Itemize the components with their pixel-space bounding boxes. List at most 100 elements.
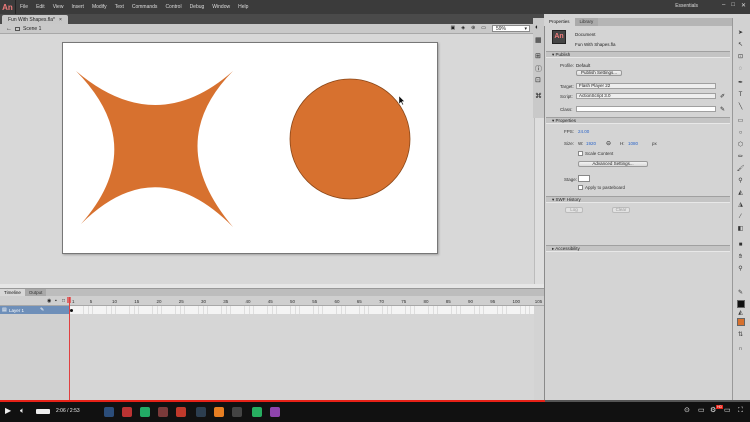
brush-tool-icon[interactable]: 🖌︎ [736,166,745,173]
wrench-icon[interactable]: ✐ [720,93,725,100]
paint-bucket-tool-icon[interactable]: ◭ [736,190,745,197]
publish-settings-button[interactable]: Publish Settings... [576,70,622,76]
menu-help[interactable]: Help [234,4,252,10]
pencil-tool-icon[interactable]: ✏ [736,154,745,161]
volume-slider[interactable] [36,409,50,414]
code-snippets-icon[interactable]: ⌘ [535,92,542,100]
playhead[interactable] [69,297,70,400]
script-dropdown[interactable]: ActionScript 3.0 [576,93,716,99]
edit-scene-icon[interactable]: ▣ [450,25,455,31]
lock-icon[interactable]: ▪ [55,298,57,304]
info-icon[interactable]: ⓘ [535,64,542,74]
menu-window[interactable]: Window [208,4,234,10]
edit-symbol-icon[interactable]: ◈ [461,25,465,31]
selection-tool-icon[interactable]: ➤ [736,30,745,37]
advanced-settings-button[interactable]: Advanced Settings... [578,161,648,167]
tab-properties[interactable]: Properties [544,18,575,26]
tab-timeline[interactable]: Timeline [0,289,25,296]
color-panel-icon[interactable]: ◐ [535,24,539,31]
properties-section-header[interactable]: ▾ Properties [546,117,730,124]
oval-tool-icon[interactable]: ○ [736,130,745,137]
bone-tool-icon[interactable]: ⚲ [736,178,745,185]
align-icon[interactable]: ⊞ [535,52,541,60]
circle-shape[interactable] [289,78,411,200]
width-value[interactable]: 1920 [586,141,596,146]
back-arrow-icon[interactable]: ← [6,26,12,32]
free-transform-tool-icon[interactable]: ⊡ [736,54,745,61]
menu-modify[interactable]: Modify [88,4,111,10]
clear-button[interactable]: Clear [612,207,630,213]
menu-view[interactable]: View [49,4,68,10]
link-dimensions-icon[interactable]: ⊖ [606,140,611,147]
taskbar-app-icon[interactable] [158,407,168,417]
hand-tool-icon[interactable]: ✋︎ [736,254,745,261]
swf-history-section-header[interactable]: ▾ SWF History [546,196,730,203]
fill-color-swatch[interactable] [737,318,745,326]
taskbar-app-icon[interactable] [140,407,150,417]
minimize-icon[interactable]: – [722,2,725,9]
taskbar-app-icon[interactable] [252,407,262,417]
menu-commands[interactable]: Commands [128,4,162,10]
eraser-tool-icon[interactable]: ◧ [736,226,745,233]
stage[interactable] [62,42,438,254]
taskbar-app-icon[interactable] [214,407,224,417]
swatches-icon[interactable]: ▦ [535,36,542,44]
theater-mode-icon[interactable]: ▭ [724,406,731,416]
outline-icon[interactable]: □ [62,298,65,304]
taskbar-app-icon[interactable] [104,407,114,417]
stage-color-swatch[interactable] [578,175,590,182]
zoom-select[interactable]: 59% ▾ [492,25,530,32]
line-tool-icon[interactable]: ╲ [736,104,745,111]
scene-label[interactable]: Scene 1 [23,26,41,32]
taskbar-app-icon[interactable] [176,407,186,417]
layer-frames[interactable] [70,306,534,314]
document-tab[interactable]: Fun With Shapes.fla* × [2,15,68,24]
stroke-color-icon[interactable]: ✎ [736,290,745,297]
taskbar-app-icon[interactable] [232,407,242,417]
target-dropdown[interactable]: Flash Player 22 [576,83,716,89]
center-stage-icon[interactable]: ⊕ [471,25,475,31]
ink-bottle-tool-icon[interactable]: ◮ [736,202,745,209]
text-tool-icon[interactable]: T [736,92,745,99]
menu-control[interactable]: Control [161,4,185,10]
workspace-switcher[interactable]: Essentials [675,3,698,9]
swap-colors-icon[interactable]: ⇅ [736,332,745,339]
camera-tool-icon[interactable]: ■ [736,242,745,249]
keyframe[interactable] [70,309,73,312]
fullscreen-icon[interactable]: ⛶ [738,406,743,416]
tab-output[interactable]: Output [24,289,47,296]
eyedropper-tool-icon[interactable]: ⁄ [736,214,745,221]
taskbar-app-icon[interactable] [270,407,280,417]
clip-icon[interactable]: ▭ [481,25,486,31]
log-button[interactable]: Log [565,207,583,213]
rectangle-tool-icon[interactable]: ▭ [736,118,745,125]
tab-library[interactable]: Library [574,18,599,26]
apply-pasteboard-checkbox[interactable] [578,185,583,190]
frame-grid[interactable] [70,306,534,400]
menu-insert[interactable]: Insert [67,4,88,10]
close-icon[interactable]: ✕ [741,2,746,9]
publish-section-header[interactable]: ▾ Publish [546,51,730,58]
subselection-tool-icon[interactable]: ↖ [736,42,745,49]
menu-debug[interactable]: Debug [186,4,209,10]
fill-color-icon[interactable]: ◭ [736,310,745,317]
captions-icon[interactable]: ▭ [698,406,705,416]
menu-text[interactable]: Text [111,4,128,10]
menu-edit[interactable]: Edit [32,4,49,10]
volume-icon[interactable]: 🔈︎ [20,406,25,416]
astroid-shape[interactable] [76,71,233,227]
snap-magnet-icon[interactable]: ∩ [736,346,745,353]
transform-icon[interactable]: ⊡ [535,76,541,84]
height-value[interactable]: 1080 [628,141,638,146]
zoom-tool-icon[interactable]: ⚲ [736,266,745,273]
layer-row[interactable]: ▤ Layer 1 ✎ [0,306,70,314]
autoplay-toggle-icon[interactable]: ⊙ [684,406,690,416]
taskbar-app-icon[interactable] [196,407,206,417]
fps-value[interactable]: 24.00 [578,129,589,134]
close-tab-icon[interactable]: × [59,17,62,23]
menu-file[interactable]: File [16,4,32,10]
scale-content-checkbox[interactable] [578,151,583,156]
pen-tool-icon[interactable]: ✒ [736,80,745,87]
accessibility-section-header[interactable]: ▸ Accessibility [546,245,730,252]
maximize-icon[interactable]: □ [731,2,735,9]
